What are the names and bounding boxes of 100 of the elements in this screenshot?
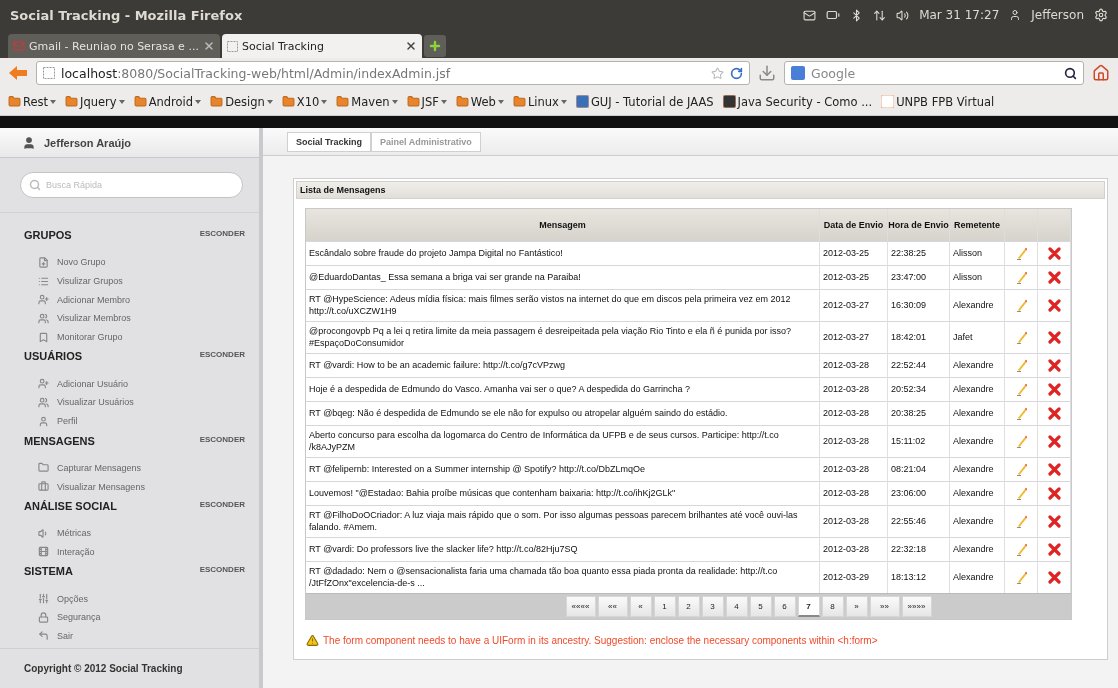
sidebar-item[interactable]: Sair (24, 626, 245, 646)
delete-icon[interactable] (1047, 571, 1061, 584)
delete-icon[interactable] (1047, 515, 1061, 528)
pencil-icon[interactable] (1015, 435, 1027, 448)
delete-icon[interactable] (1047, 543, 1061, 556)
page-button[interactable]: »»»» (901, 596, 932, 617)
page-button[interactable]: «««« (565, 596, 596, 617)
page-button[interactable]: » (845, 596, 868, 617)
pencil-icon[interactable] (1015, 271, 1027, 284)
pencil-icon[interactable] (1015, 407, 1027, 420)
pencil-icon[interactable] (1015, 247, 1027, 260)
bookmark-item[interactable]: JSF (406, 94, 447, 109)
sidebar-item[interactable]: Visulizar Membros (24, 309, 245, 328)
sidebar-item[interactable]: Novo Grupo (24, 253, 245, 272)
browser-tab[interactable]: Gmail - Reuniao no Serasa e ... (8, 34, 220, 58)
bookmark-item[interactable]: Android (133, 94, 202, 109)
sidebar-item[interactable]: Visualizar Mensagens (24, 477, 245, 496)
address-field[interactable]: localhost:8080/SocialTracking-web/html/Admin/indexAdmin.jsf (36, 61, 750, 85)
bookmark-item[interactable]: Web (455, 94, 504, 109)
hide-link[interactable]: ESCONDER (199, 350, 245, 360)
page-button[interactable]: 6 (773, 596, 796, 617)
page-button[interactable]: «« (597, 596, 628, 617)
pencil-icon[interactable] (1015, 571, 1027, 584)
new-tab-button[interactable] (424, 35, 446, 57)
reload-icon[interactable] (730, 66, 743, 80)
caret-icon[interactable] (195, 99, 202, 104)
caret-icon[interactable] (50, 99, 57, 104)
delete-icon[interactable] (1047, 247, 1061, 260)
clock[interactable]: Mar 31 17:27 (919, 8, 1000, 22)
sidebar-item[interactable]: Visualizar Usuários (24, 393, 245, 412)
delete-icon[interactable] (1047, 463, 1061, 476)
delete-icon[interactable] (1047, 299, 1061, 312)
pencil-icon[interactable] (1015, 487, 1027, 500)
sidebar-item[interactable]: Visulizar Grupos (24, 271, 245, 291)
sidebar-item[interactable]: Perfil (24, 411, 245, 431)
delete-icon[interactable] (1047, 359, 1061, 372)
bookmark-item[interactable]: Linux (512, 94, 567, 109)
settings-icon[interactable] (1094, 8, 1108, 22)
download-icon[interactable] (758, 64, 776, 82)
network-icon[interactable] (873, 8, 887, 22)
sidebar-item[interactable]: Segurança (24, 607, 245, 627)
sidebar-item[interactable]: Opções (24, 589, 245, 608)
caret-icon[interactable] (266, 99, 273, 104)
caret-icon[interactable] (321, 99, 328, 104)
delete-icon[interactable] (1047, 435, 1061, 448)
pencil-icon[interactable] (1015, 543, 1027, 556)
delete-icon[interactable] (1047, 271, 1061, 284)
bookmark-item[interactable]: Java Security - Como ... (722, 94, 873, 109)
page-button[interactable]: 8 (821, 596, 844, 617)
caret-icon[interactable] (118, 99, 125, 104)
battery-icon[interactable] (826, 8, 841, 22)
bookmark-item[interactable]: GUJ - Tutorial de JAAS (575, 94, 714, 109)
user-name[interactable]: Jefferson (1031, 8, 1084, 22)
pencil-icon[interactable] (1015, 359, 1027, 372)
page-button[interactable]: 1 (653, 596, 676, 617)
mail-icon[interactable] (803, 8, 817, 22)
bookmark-item[interactable]: X10 (281, 94, 328, 109)
sidebar-item[interactable]: Capturar Mensagens (24, 458, 245, 478)
page-button[interactable]: 2 (677, 596, 700, 617)
delete-icon[interactable] (1047, 487, 1061, 500)
close-icon[interactable] (405, 40, 417, 52)
hide-link[interactable]: ESCONDER (199, 499, 245, 509)
sidebar-item[interactable]: Adicionar Usuário (24, 374, 245, 394)
search-icon[interactable] (1064, 66, 1077, 80)
caret-icon[interactable] (497, 99, 504, 104)
pencil-icon[interactable] (1015, 463, 1027, 476)
caret-icon[interactable] (560, 99, 567, 104)
pencil-icon[interactable] (1015, 331, 1027, 344)
caret-icon[interactable] (440, 99, 447, 104)
sidebar-item[interactable]: Monitorar Grupo (24, 327, 245, 347)
page-button[interactable]: 4 (725, 596, 748, 617)
volume-icon[interactable] (896, 8, 910, 22)
bookmark-item[interactable]: Rest (8, 94, 57, 109)
page-button[interactable]: 5 (749, 596, 772, 617)
page-button[interactable]: 7 (797, 596, 820, 617)
pencil-icon[interactable] (1015, 515, 1027, 528)
star-icon[interactable] (711, 66, 724, 80)
delete-icon[interactable] (1047, 407, 1061, 420)
delete-icon[interactable] (1047, 331, 1061, 344)
home-icon[interactable] (1092, 64, 1110, 82)
page-button[interactable]: « (629, 596, 652, 617)
hide-link[interactable]: ESCONDER (199, 434, 245, 444)
web-search-field[interactable]: Google (784, 61, 1084, 85)
browser-tab[interactable]: Social Tracking (222, 34, 422, 58)
hide-link[interactable]: ESCONDER (199, 229, 245, 238)
caret-icon[interactable] (391, 99, 398, 104)
bookmark-item[interactable]: Maven (336, 94, 398, 109)
bookmark-item[interactable]: Design (210, 94, 273, 109)
breadcrumb-item[interactable]: Social Tracking (287, 131, 372, 152)
sidebar-item[interactable]: Interação (24, 542, 245, 562)
page-button[interactable]: 3 (701, 596, 724, 617)
bookmark-item[interactable]: UNPB FPB Virtual (881, 94, 995, 109)
pencil-icon[interactable] (1015, 383, 1027, 396)
bookmark-item[interactable]: Jquery (65, 94, 125, 109)
page-button[interactable]: »» (869, 596, 900, 617)
sidebar-item[interactable]: Adicionar Membro (24, 290, 245, 310)
sidebar-item[interactable]: Métricas (24, 523, 245, 543)
pencil-icon[interactable] (1015, 299, 1027, 312)
hide-link[interactable]: ESCONDER (199, 565, 245, 575)
delete-icon[interactable] (1047, 383, 1061, 396)
